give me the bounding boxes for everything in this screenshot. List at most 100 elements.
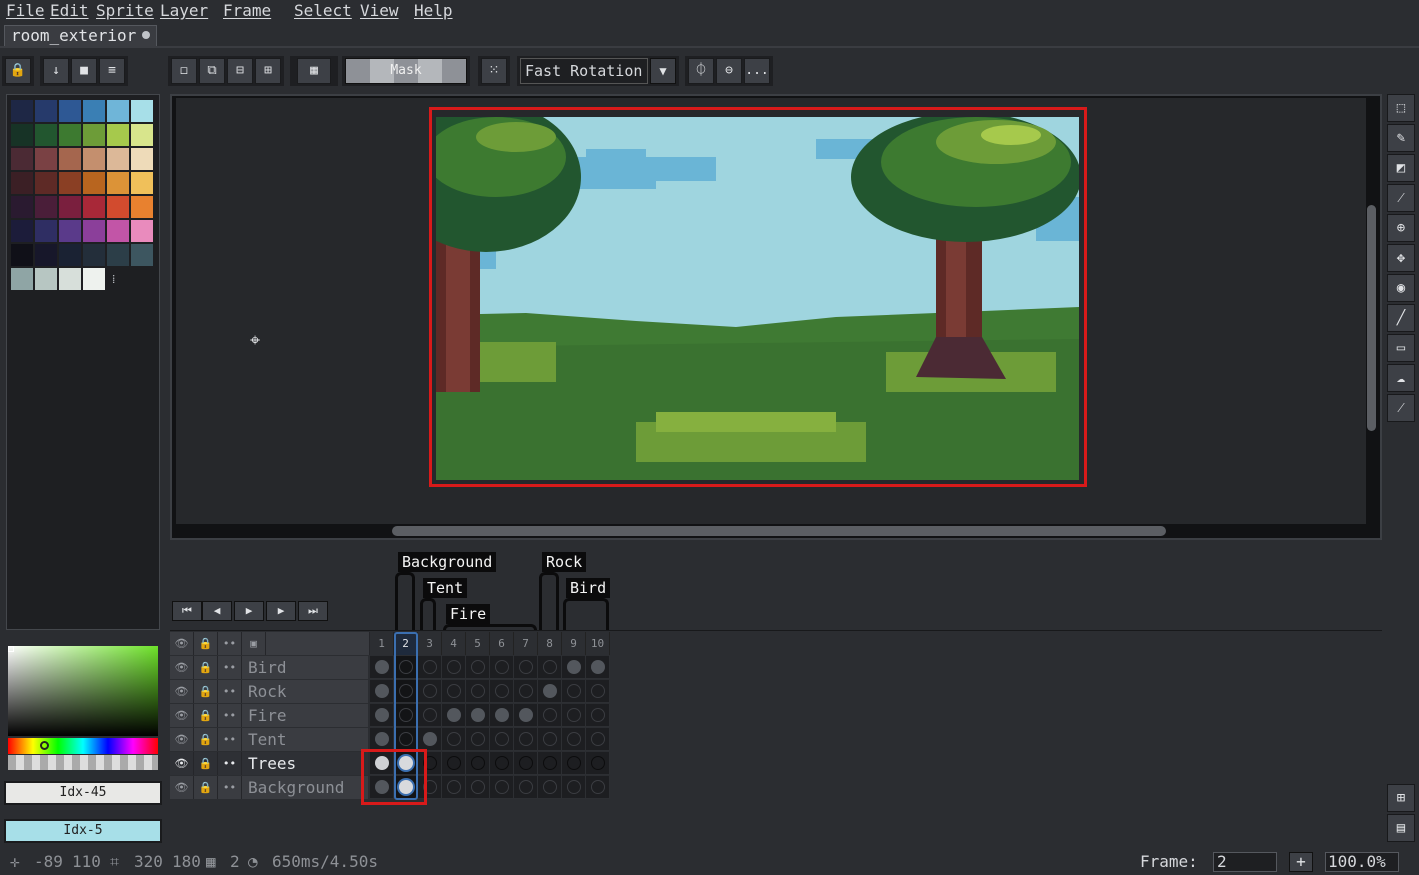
mask-button[interactable]: Mask	[345, 58, 467, 84]
cel[interactable]	[538, 776, 562, 799]
layer-name[interactable]: Tent	[242, 728, 368, 751]
visibility-eye-icon[interactable]: 👁	[170, 752, 194, 775]
cel[interactable]	[490, 728, 514, 751]
layer-row[interactable]: 👁 🔒 •• Rock	[170, 680, 610, 704]
cel[interactable]	[418, 656, 442, 679]
palette-swatch[interactable]	[131, 196, 153, 218]
rotation-algorithm-select[interactable]: Fast Rotation	[520, 58, 648, 84]
layer-name[interactable]: Fire	[242, 704, 368, 727]
eyedropper-icon[interactable]: ⁄	[1387, 184, 1415, 212]
pivot-icon[interactable]: ⏀	[688, 58, 714, 84]
chevron-down-icon[interactable]: ▼	[650, 58, 676, 84]
menu-lines-icon[interactable]: ≡	[99, 58, 125, 84]
lock-icon[interactable]: 🔒	[5, 58, 31, 84]
cel[interactable]	[418, 728, 442, 751]
cel[interactable]	[514, 728, 538, 751]
palette-resize-handle-icon[interactable]: ⁞	[112, 272, 115, 287]
palette-swatch[interactable]	[131, 220, 153, 242]
palette-swatch[interactable]	[83, 196, 105, 218]
spray-icon[interactable]: ⁄	[1387, 394, 1415, 422]
visibility-eye-icon[interactable]: 👁	[170, 776, 194, 799]
frame-header[interactable]: 6	[490, 632, 514, 655]
cel[interactable]	[490, 704, 514, 727]
cel[interactable]	[562, 728, 586, 751]
palette-swatch[interactable]	[11, 268, 33, 290]
cel[interactable]	[538, 704, 562, 727]
frame-header[interactable]: 3	[418, 632, 442, 655]
cel[interactable]	[466, 728, 490, 751]
continuous-link-icon[interactable]: ••	[218, 704, 242, 727]
palette-swatch[interactable]	[107, 244, 129, 266]
cel[interactable]	[562, 680, 586, 703]
film-strip-icon[interactable]: ▤	[1387, 814, 1415, 842]
cel[interactable]	[490, 680, 514, 703]
continuous-link-icon[interactable]: ••	[218, 656, 242, 679]
menu-help[interactable]: Help	[414, 1, 453, 20]
lock-icon[interactable]: 🔒	[194, 704, 218, 727]
down-arrow-icon[interactable]: ↓	[43, 58, 69, 84]
rectangle-icon[interactable]: ▭	[1387, 334, 1415, 362]
palette-swatch[interactable]	[35, 196, 57, 218]
zoom-icon[interactable]: ⊕	[1387, 214, 1415, 242]
cel[interactable]	[442, 728, 466, 751]
tag-rock[interactable]: Rock	[542, 552, 587, 572]
frame-header[interactable]: 5	[466, 632, 490, 655]
palette-swatch[interactable]	[83, 148, 105, 170]
blur-icon[interactable]: ☁	[1387, 364, 1415, 392]
palette-swatch[interactable]	[35, 172, 57, 194]
cel[interactable]	[538, 656, 562, 679]
selection-replace-icon[interactable]: ◻	[171, 58, 197, 84]
eraser-icon[interactable]: ◩	[1387, 154, 1415, 182]
palette-swatch[interactable]	[35, 268, 57, 290]
sprite-artwork[interactable]	[436, 117, 1079, 480]
palette-swatch[interactable]	[107, 100, 129, 122]
palette-swatch[interactable]	[83, 172, 105, 194]
cel[interactable]	[466, 704, 490, 727]
visibility-eye-icon[interactable]: 👁	[170, 656, 194, 679]
cel[interactable]	[562, 776, 586, 799]
cel[interactable]	[442, 704, 466, 727]
horizontal-scrollbar[interactable]	[392, 526, 1166, 536]
cel[interactable]	[586, 728, 610, 751]
cel[interactable]	[514, 752, 538, 775]
palette-swatch[interactable]	[83, 100, 105, 122]
palette-swatch[interactable]	[35, 124, 57, 146]
move-icon[interactable]: ✥	[1387, 244, 1415, 272]
cel[interactable]	[490, 752, 514, 775]
visibility-eye-icon[interactable]: 👁	[170, 728, 194, 751]
header-continuous-icon[interactable]: ••	[218, 632, 242, 655]
visibility-eye-icon[interactable]: 👁	[170, 680, 194, 703]
cel[interactable]	[490, 656, 514, 679]
palette-swatch[interactable]	[59, 196, 81, 218]
cel[interactable]	[586, 680, 610, 703]
palette-swatch[interactable]	[35, 244, 57, 266]
palette-swatch[interactable]	[83, 220, 105, 242]
frame-header[interactable]: 9	[562, 632, 586, 655]
cel[interactable]	[370, 656, 394, 679]
first-frame-icon[interactable]: ⏮	[172, 601, 202, 621]
cel[interactable]	[466, 752, 490, 775]
visibility-eye-icon[interactable]: 👁	[170, 704, 194, 727]
cel[interactable]	[562, 752, 586, 775]
palette-swatch[interactable]	[35, 220, 57, 242]
more-button[interactable]: ...	[744, 58, 770, 84]
frame-header[interactable]: 1	[370, 632, 394, 655]
menu-select[interactable]: Select	[294, 1, 352, 20]
lock-icon[interactable]: 🔒	[194, 728, 218, 751]
cel[interactable]	[466, 656, 490, 679]
palette-swatch[interactable]	[107, 220, 129, 242]
zoom-input[interactable]: 100.0%	[1325, 852, 1399, 872]
continuous-link-icon[interactable]: ••	[218, 680, 242, 703]
frame-header[interactable]: 10	[586, 632, 610, 655]
menu-frame[interactable]: Frame	[223, 1, 271, 20]
palette-swatch[interactable]	[11, 172, 33, 194]
header-layer-options-icon[interactable]: ▣	[242, 632, 266, 655]
cel[interactable]	[514, 656, 538, 679]
cel[interactable]	[418, 704, 442, 727]
zoom-1to1-icon[interactable]: ⊞	[1387, 784, 1415, 812]
color-saturation-value-box[interactable]	[8, 646, 158, 736]
cel[interactable]	[442, 776, 466, 799]
frame-header[interactable]: 2	[394, 632, 418, 655]
cel[interactable]	[514, 704, 538, 727]
pencil-icon[interactable]: ✎	[1387, 124, 1415, 152]
